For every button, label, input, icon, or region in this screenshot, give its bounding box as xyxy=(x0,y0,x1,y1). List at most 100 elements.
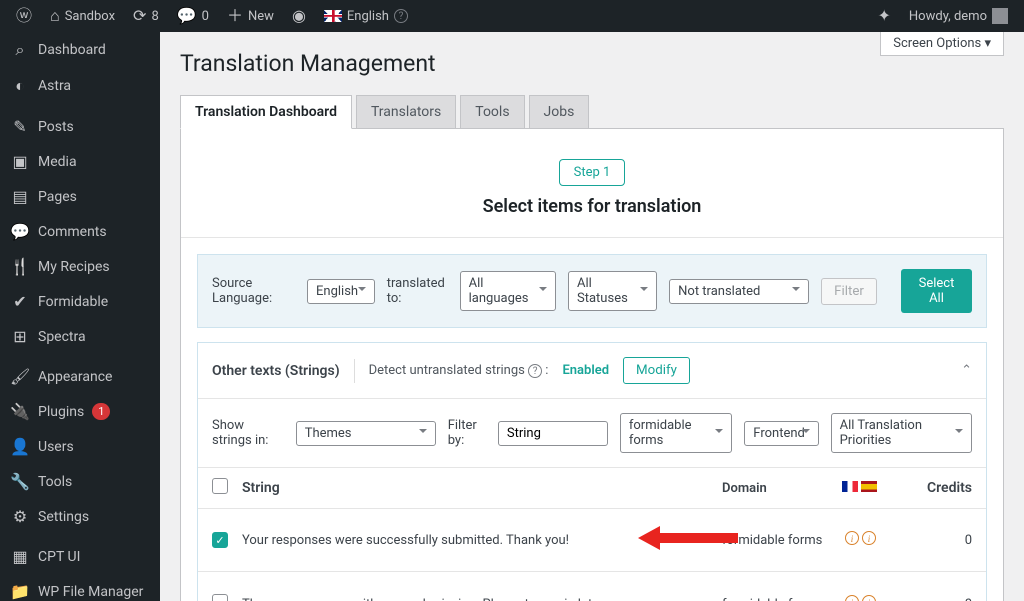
show-strings-select[interactable]: Themes xyxy=(296,421,436,446)
status-es-icon[interactable] xyxy=(862,595,876,601)
menu-label: Plugins xyxy=(38,404,84,420)
source-lang-label: Source Language: xyxy=(212,276,295,306)
language-switch[interactable]: English? xyxy=(316,0,416,32)
tab-body: Step 1 Select items for translation Sour… xyxy=(180,129,1004,601)
table-row[interactable]: There was an error with your submission.… xyxy=(198,572,986,601)
menu-label: Pages xyxy=(38,189,77,205)
row-checkbox[interactable] xyxy=(212,594,228,601)
sidebar-item-tools[interactable]: 🔧Tools xyxy=(0,464,160,499)
menu-label: Media xyxy=(38,154,77,170)
ai-icon-bar[interactable]: ✦ xyxy=(870,0,899,32)
wpml-icon: ◉ xyxy=(292,8,306,24)
modify-button[interactable]: Modify xyxy=(623,357,690,384)
step-title: Select items for translation xyxy=(197,196,987,217)
sidebar-item-cpt-ui[interactable]: ▦CPT UI xyxy=(0,539,160,574)
tab-jobs[interactable]: Jobs xyxy=(529,95,590,128)
plus-icon: ＋ xyxy=(227,8,243,24)
select-all-button[interactable]: Select All xyxy=(901,269,972,313)
sidebar-item-plugins[interactable]: 🔌Plugins1 xyxy=(0,394,160,429)
menu-icon: 🔧 xyxy=(10,472,30,491)
menu-icon: 🖌 xyxy=(10,367,30,386)
filter-by-input[interactable] xyxy=(498,421,608,446)
extra-filter-select[interactable]: Not translated xyxy=(669,279,809,304)
updates-link[interactable]: ⟳8 xyxy=(125,0,167,32)
menu-icon: 🍴 xyxy=(10,257,30,276)
site-name: Sandbox xyxy=(65,9,115,24)
collapse-icon[interactable]: ⌃ xyxy=(961,363,972,378)
translated-to-select[interactable]: All languages xyxy=(460,271,556,311)
wp-logo[interactable]: ⓦ xyxy=(8,0,40,32)
update-badge: 1 xyxy=(92,403,110,420)
priority-filter-select[interactable]: All Translation Priorities xyxy=(831,413,972,453)
nav-tabs: Translation DashboardTranslatorsToolsJob… xyxy=(180,95,1004,129)
sidebar-item-posts[interactable]: ✎Posts xyxy=(0,109,160,144)
credits-text: 0 xyxy=(892,597,972,601)
col-domain: Domain xyxy=(722,481,842,496)
enabled-link[interactable]: Enabled xyxy=(562,363,609,378)
menu-label: WP File Manager xyxy=(38,584,143,600)
menu-label: Settings xyxy=(38,509,89,525)
domain-filter-select[interactable]: formidable forms xyxy=(620,413,732,453)
step-badge: Step 1 xyxy=(559,159,626,186)
menu-icon: ⚙ xyxy=(10,507,30,526)
avatar-icon xyxy=(992,8,1008,24)
admin-sidebar: ⌕Dashboard◐Astra ✎Posts ▣ Media ▤Pages💬Comme… xyxy=(0,32,160,601)
select-all-checkbox[interactable] xyxy=(212,478,228,494)
context-filter-select[interactable]: Frontend xyxy=(744,421,818,446)
filter-button[interactable]: Filter xyxy=(821,278,877,305)
sidebar-item-users[interactable]: 👤Users xyxy=(0,429,160,464)
filter-bar: Source Language: English translated to: … xyxy=(197,254,987,328)
tab-tools[interactable]: Tools xyxy=(460,95,524,128)
sidebar-item-spectra[interactable]: ⊞Spectra xyxy=(0,319,160,354)
menu-icon: 📁 xyxy=(10,582,30,601)
table-row[interactable]: Your responses were successfully submitt… xyxy=(198,509,986,572)
tab-translation-dashboard[interactable]: Translation Dashboard xyxy=(180,95,352,129)
site-link[interactable]: ⌂Sandbox xyxy=(42,0,123,32)
sidebar-item-dashboard[interactable]: ⌕Dashboard xyxy=(0,32,160,68)
screen-options-button[interactable]: Screen Options ▾ xyxy=(880,32,1004,56)
admin-bar: ⓦ ⌂Sandbox ⟳8 💬0 ＋New ◉ English? ✦ Howdy… xyxy=(0,0,1024,32)
sidebar-item-media[interactable]: ▣ Media xyxy=(0,144,160,179)
uk-flag-icon xyxy=(324,10,342,22)
main-content: Screen Options ▾ Translation Management … xyxy=(160,32,1024,601)
wpml-icon-bar[interactable]: ◉ xyxy=(284,0,314,32)
status-icons xyxy=(842,595,892,601)
user-menu[interactable]: Howdy, demo xyxy=(901,0,1016,32)
table-header: String Domain Credits xyxy=(198,468,986,509)
sidebar-item-my-recipes[interactable]: 🍴My Recipes xyxy=(0,249,160,284)
status-select[interactable]: All Statuses xyxy=(568,271,657,311)
divider xyxy=(354,359,355,383)
sidebar-item-appearance[interactable]: 🖌Appearance xyxy=(0,359,160,394)
status-fr-icon[interactable] xyxy=(845,595,859,601)
sidebar-item-settings[interactable]: ⚙ Settings xyxy=(0,499,160,534)
menu-icon: ✔ xyxy=(10,292,30,311)
row-checkbox[interactable] xyxy=(212,532,228,548)
new-content[interactable]: ＋New xyxy=(219,0,282,32)
menu-label: Spectra xyxy=(38,329,86,345)
menu-icon: 👤 xyxy=(10,437,30,456)
status-icons xyxy=(842,531,892,549)
sidebar-item-comments[interactable]: 💬Comments xyxy=(0,214,160,249)
tab-translators[interactable]: Translators xyxy=(356,95,456,128)
menu-icon: ✎ xyxy=(10,117,30,136)
string-text: There was an error with your submission.… xyxy=(242,597,722,601)
sidebar-item-pages[interactable]: ▤Pages xyxy=(0,179,160,214)
divider xyxy=(181,237,1003,238)
status-es-icon[interactable] xyxy=(862,531,876,545)
domain-text: formidable forms xyxy=(722,533,842,548)
status-fr-icon[interactable] xyxy=(845,531,859,545)
menu-icon: ▣ xyxy=(10,152,30,171)
panel-title: Other texts (Strings) xyxy=(212,363,340,379)
source-lang-select[interactable]: English xyxy=(307,279,375,304)
translated-to-label: translated to: xyxy=(387,276,448,306)
domain-text: formidable forms xyxy=(722,597,842,601)
col-string[interactable]: String xyxy=(242,480,722,496)
comments-link[interactable]: 💬0 xyxy=(169,0,217,32)
sidebar-item-wp-file-manager[interactable]: 📁 WP File Manager xyxy=(0,574,160,601)
sidebar-item-formidable[interactable]: ✔Formidable xyxy=(0,284,160,319)
show-strings-label: Show strings in: xyxy=(212,418,284,448)
help-icon[interactable]: ? xyxy=(528,364,542,378)
col-flags xyxy=(842,480,892,496)
credits-text: 0 xyxy=(892,533,972,548)
sidebar-item-astra[interactable]: ◐Astra xyxy=(0,68,160,104)
